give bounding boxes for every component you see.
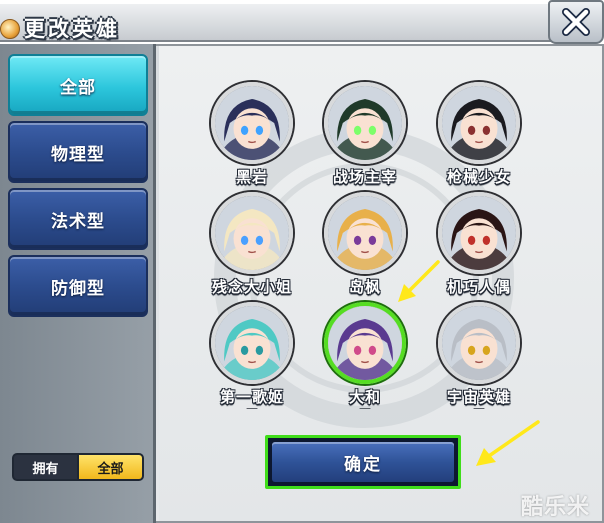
hero-name: 枪械少女 bbox=[446, 168, 511, 186]
hero-card[interactable]: 战场主宰 bbox=[320, 82, 410, 192]
change-hero-dialog: 更改英雄 全部 物理型 法术型 防御型 拥有 全部 黑岩 战场主宰 枪械少女残念大小… bbox=[0, 0, 604, 523]
hero-portrait[interactable] bbox=[211, 82, 293, 164]
hero-portrait[interactable] bbox=[324, 82, 406, 164]
filter-physical-button[interactable]: 物理型 bbox=[8, 121, 148, 183]
hero-card[interactable]: 残念大小姐 bbox=[207, 192, 297, 302]
hero-card[interactable]: 宇宙英雄 — bbox=[434, 302, 524, 415]
hero-card[interactable]: 黑岩 bbox=[207, 82, 297, 192]
hero-portrait[interactable] bbox=[324, 302, 406, 384]
filter-all-button[interactable]: 全部 bbox=[8, 54, 148, 116]
annotation-arrow-icon bbox=[476, 420, 540, 466]
hero-portrait[interactable] bbox=[438, 192, 520, 274]
close-icon bbox=[562, 8, 590, 36]
confirm-button-highlight: 确定 bbox=[265, 435, 461, 489]
owned-all-toggle[interactable]: 拥有 全部 bbox=[12, 453, 144, 481]
hero-level-dash: — bbox=[473, 401, 485, 415]
title-emblem-icon bbox=[0, 19, 20, 39]
hero-name: 战场主宰 bbox=[332, 168, 397, 186]
filter-sidebar: 全部 物理型 法术型 防御型 bbox=[0, 44, 156, 523]
hero-name: 残念大小姐 bbox=[211, 278, 292, 296]
watermark: 酷乐米 bbox=[521, 495, 591, 520]
hero-name: 黑岩 bbox=[235, 168, 268, 186]
hero-card[interactable]: 第一歌姬 — bbox=[207, 302, 297, 415]
title-bar: 更改英雄 bbox=[0, 4, 560, 42]
confirm-button[interactable]: 确定 bbox=[272, 442, 454, 482]
filter-defense-button[interactable]: 防御型 bbox=[8, 255, 148, 317]
hero-portrait[interactable] bbox=[438, 82, 520, 164]
hero-card[interactable]: 机巧人偶 bbox=[434, 192, 524, 302]
hero-card[interactable]: 大和 — bbox=[320, 302, 410, 415]
filter-magic-button[interactable]: 法术型 bbox=[8, 188, 148, 250]
close-button[interactable] bbox=[548, 0, 604, 44]
hero-level-dash: — bbox=[246, 401, 258, 415]
hero-level-dash: — bbox=[359, 401, 371, 415]
hero-card[interactable]: 枪械少女 bbox=[434, 82, 524, 192]
toggle-owned-option[interactable]: 拥有 bbox=[14, 455, 77, 479]
toggle-all-option[interactable]: 全部 bbox=[77, 455, 142, 479]
annotation-arrow-icon bbox=[398, 260, 440, 302]
hero-portrait[interactable] bbox=[211, 192, 293, 274]
hero-portrait[interactable] bbox=[211, 302, 293, 384]
hero-portrait[interactable] bbox=[438, 302, 520, 384]
dialog-title: 更改英雄 bbox=[24, 17, 120, 41]
